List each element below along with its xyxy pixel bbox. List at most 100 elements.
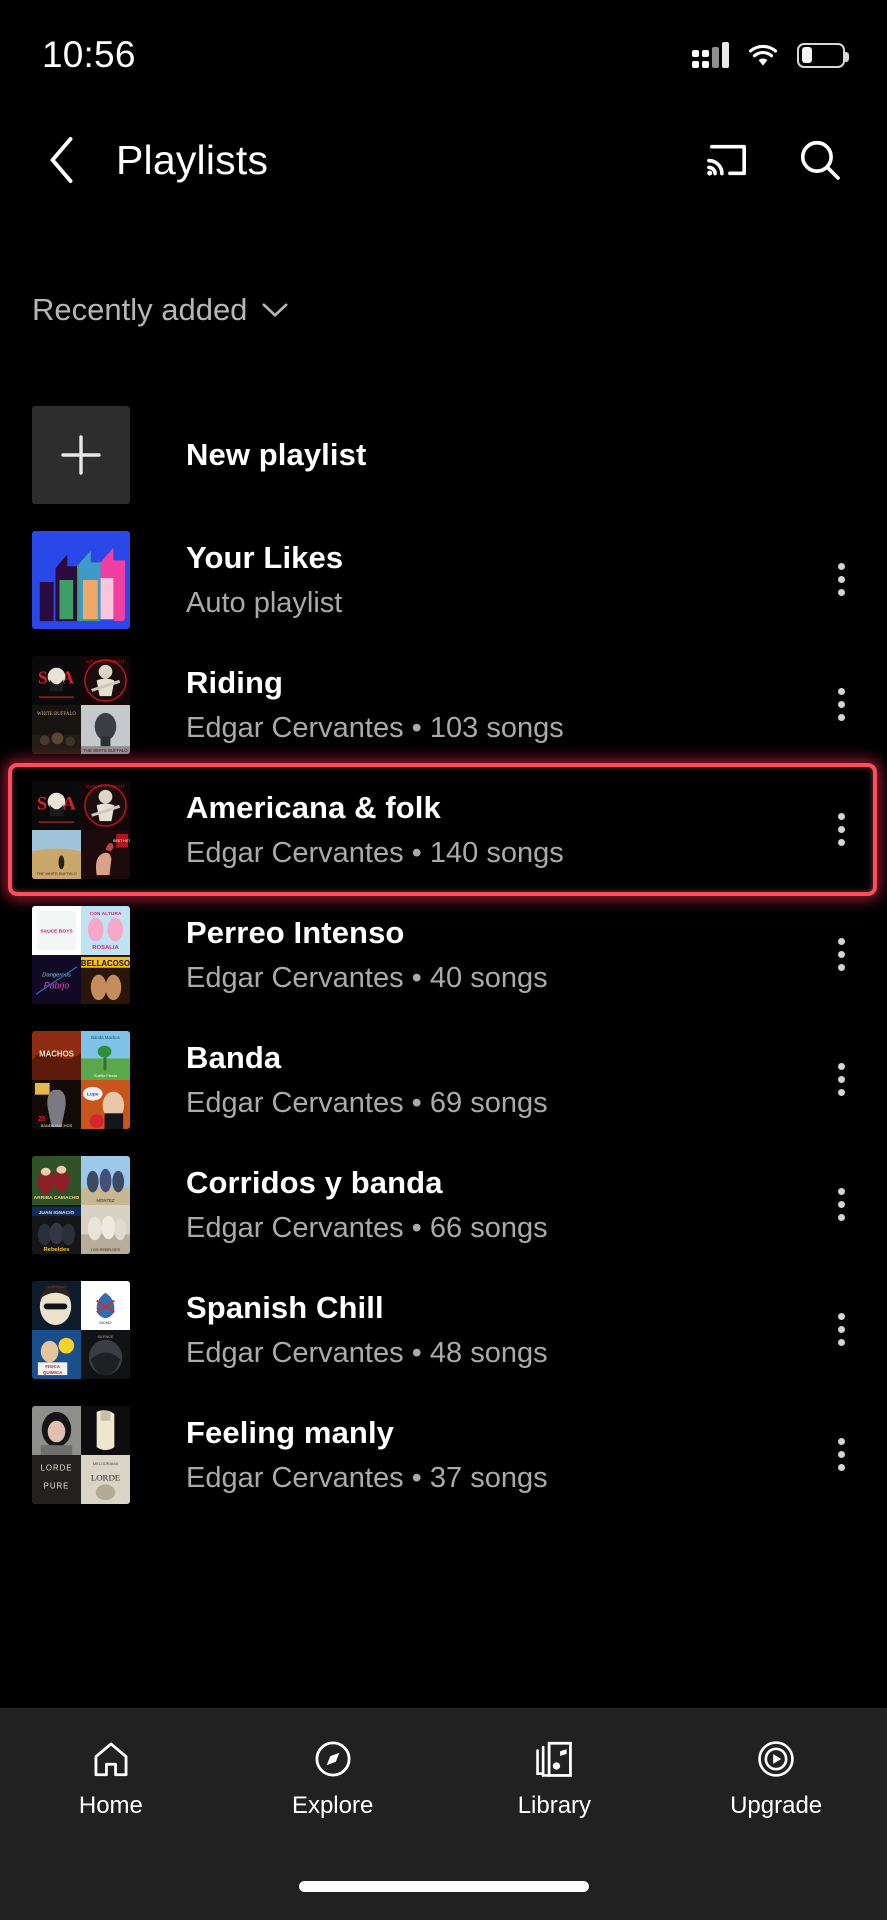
playlist-thumbnail: LORDE PURE MELODRAMA LORDE [32,1405,130,1504]
wifi-icon [748,44,778,66]
playlist-thumbnail [32,530,130,629]
svg-text:CON ALTURA: CON ALTURA [90,910,122,916]
new-playlist-row[interactable]: New playlist [0,392,887,517]
playlist-text: Riding Edgar Cervantes • 103 songs [186,665,809,745]
svg-text:FISICA: FISICA [45,1364,61,1369]
svg-text:BELLACOSO: BELLACOSO [81,958,130,967]
battery-icon [797,42,849,68]
playlist-row-perreo-intenso[interactable]: SAUCE BOYS CON ALTURA ROSALIA Dangerous Pa… [0,892,887,1017]
banda-thumbnail-art: MACHOS Banda Machos Sueño Fiesta 25 BANDA … [32,1030,130,1129]
sort-selector[interactable]: Recently added [0,280,289,340]
playlist-row-banda[interactable]: MACHOS Banda Machos Sueño Fiesta 25 BANDA … [0,1017,887,1142]
feeling-manly-thumbnail-art: LORDE PURE MELODRAMA LORDE [32,1405,130,1504]
plus-icon [61,434,101,475]
playlist-text: Perreo Intenso Edgar Cervantes • 40 song… [186,915,809,995]
svg-text:S: S [38,667,48,687]
nav-item-library[interactable]: Library [444,1738,666,1820]
svg-text:MACHOS: MACHOS [39,1049,74,1058]
playlist-title: Feeling manly [186,1414,395,1450]
playlist-subtitle: Edgar Cervantes • 140 songs [186,836,564,869]
playlist-row-feeling-manly[interactable]: LORDE PURE MELODRAMA LORDE Feeling manly E… [0,1392,887,1517]
svg-text:Rebeldes: Rebeldes [43,1247,70,1253]
playlist-overflow-menu-button[interactable] [809,1040,873,1120]
playlist-thumbnail: SAUCE BOYS CON ALTURA ROSALIA Dangerous Pa… [32,905,130,1004]
playlist-title: Banda [186,1039,282,1075]
playlist-title: Your Likes [186,539,344,575]
playlist-overflow-menu-button[interactable] [809,1415,873,1495]
nav-item-home[interactable]: Home [0,1738,222,1820]
playlist-overflow-menu-button[interactable] [809,915,873,995]
back-button[interactable] [32,129,94,191]
svg-text:THE WHITE BUFFALO: THE WHITE BUFFALO [36,871,76,876]
status-bar: 10:56 [0,0,887,110]
playlist-overflow-menu-button[interactable] [809,540,873,620]
svg-text:MONO: MONO [99,1320,111,1325]
playlist-overflow-menu-button[interactable] [809,790,873,870]
sort-label: Recently added [32,292,248,327]
playlist-list: New playlist Your Likes Auto playlist S … [0,392,887,1517]
svg-text:Lupe: Lupe [87,1091,99,1097]
svg-text:Sueño Fiesta: Sueño Fiesta [94,1073,118,1078]
nav-label-upgrade: Upgrade [730,1792,823,1819]
cell-signal-icon [692,42,729,68]
chevron-left-icon [50,137,73,183]
search-button[interactable] [785,125,855,195]
svg-text:SONS OF ANARCHY: SONS OF ANARCHY [86,783,126,788]
playlist-subtitle: Edgar Cervantes • 48 songs [186,1336,548,1369]
svg-text:ROSALIA: ROSALIA [92,945,119,951]
likes-thumbnail-art [32,530,130,629]
playlist-title: Perreo Intenso [186,914,405,950]
svg-text:BANDA MACHOS: BANDA MACHOS [41,1123,73,1128]
playlist-title: Americana & folk [186,789,441,825]
svg-text:MONTEZ: MONTEZ [96,1198,115,1203]
playlist-overflow-menu-button[interactable] [809,1165,873,1245]
nav-label-home: Home [78,1792,143,1819]
playlist-subtitle: Edgar Cervantes • 37 songs [186,1461,548,1494]
svg-text:Pabrjo: Pabrjo [44,980,70,990]
search-icon [800,140,840,180]
play-circle-icon [758,1741,794,1777]
svg-text:QUIMICA: QUIMICA [43,1370,63,1375]
svg-text:SONS OF ANARCHY: SONS OF ANARCHY [86,658,126,663]
page-title: Playlists [116,136,269,183]
playlist-overflow-menu-button[interactable] [809,665,873,745]
svg-text:WHITE BUFFALO: WHITE BUFFALO [37,711,76,716]
library-music-icon [536,1741,573,1777]
playlist-subtitle: Edgar Cervantes • 66 songs [186,1211,548,1244]
playlist-text: Spanish Chill Edgar Cervantes • 48 songs [186,1290,809,1370]
playlist-text: Feeling manly Edgar Cervantes • 37 songs [186,1415,809,1495]
home-icon [94,1742,128,1777]
status-clock: 10:56 [42,34,136,75]
playlist-subtitle: Edgar Cervantes • 103 songs [186,711,564,744]
playlist-row-riding[interactable]: SA SONS OF ANARCHY WHITE BUFFALO THE WHI… [0,642,887,767]
cast-button[interactable] [693,125,763,195]
playlist-subtitle: Auto playlist [186,586,343,619]
svg-text:THE WHITE BUFFALO: THE WHITE BUFFALO [83,748,128,753]
bottom-navigation-bar: Home Explore Library Upgrade [0,1708,887,1920]
playlist-overflow-menu-button[interactable] [809,1290,873,1370]
svg-text:SILENCE: SILENCE [98,1334,114,1338]
svg-text:S: S [37,793,47,814]
nav-item-upgrade[interactable]: Upgrade [665,1738,887,1820]
nav-item-explore[interactable]: Explore [222,1738,444,1820]
playlist-thumbnail: MACHOS Banda Machos Sueño Fiesta 25 BANDA … [32,1030,130,1129]
new-playlist-thumbnail [32,405,130,504]
svg-text:La Musicalité: La Musicalité [46,1284,67,1288]
playlist-row-americana-and-folk[interactable]: SA SONS OF ANARCHY THE WHITE BUFFALO BES… [0,763,887,896]
app-root: 10:56 Playlists Recently added New playl… [0,0,887,1920]
playlist-subtitle: Edgar Cervantes • 40 songs [186,961,548,994]
spanish-chill-thumbnail-art: La Musicalité MONO FISICA QUIMICA SILENCE [32,1280,130,1379]
svg-text:BEST HITS: BEST HITS [113,838,130,842]
svg-text:SAUCE BOYS: SAUCE BOYS [40,928,73,934]
corridos-thumbnail-art: ARRIBA CAMACHO MONTEZ JUAN IGNACIO Rebeld… [32,1155,130,1254]
svg-text:Banda Machos: Banda Machos [91,1034,120,1039]
cast-icon [707,144,746,176]
playlist-text: Americana & folk Edgar Cervantes • 140 s… [186,790,809,870]
americana-thumbnail-art: SA SONS OF ANARCHY THE WHITE BUFFALO BES… [32,780,130,879]
playlist-text: Corridos y banda Edgar Cervantes • 66 so… [186,1165,809,1245]
playlist-row-your-likes[interactable]: Your Likes Auto playlist [0,517,887,642]
playlist-text: Your Likes Auto playlist [186,540,809,620]
playlist-row-corridos-y-banda[interactable]: ARRIBA CAMACHO MONTEZ JUAN IGNACIO Rebeld… [0,1142,887,1267]
playlist-row-spanish-chill[interactable]: La Musicalité MONO FISICA QUIMICA SILENCE… [0,1267,887,1392]
nav-label-library: Library [517,1792,592,1819]
